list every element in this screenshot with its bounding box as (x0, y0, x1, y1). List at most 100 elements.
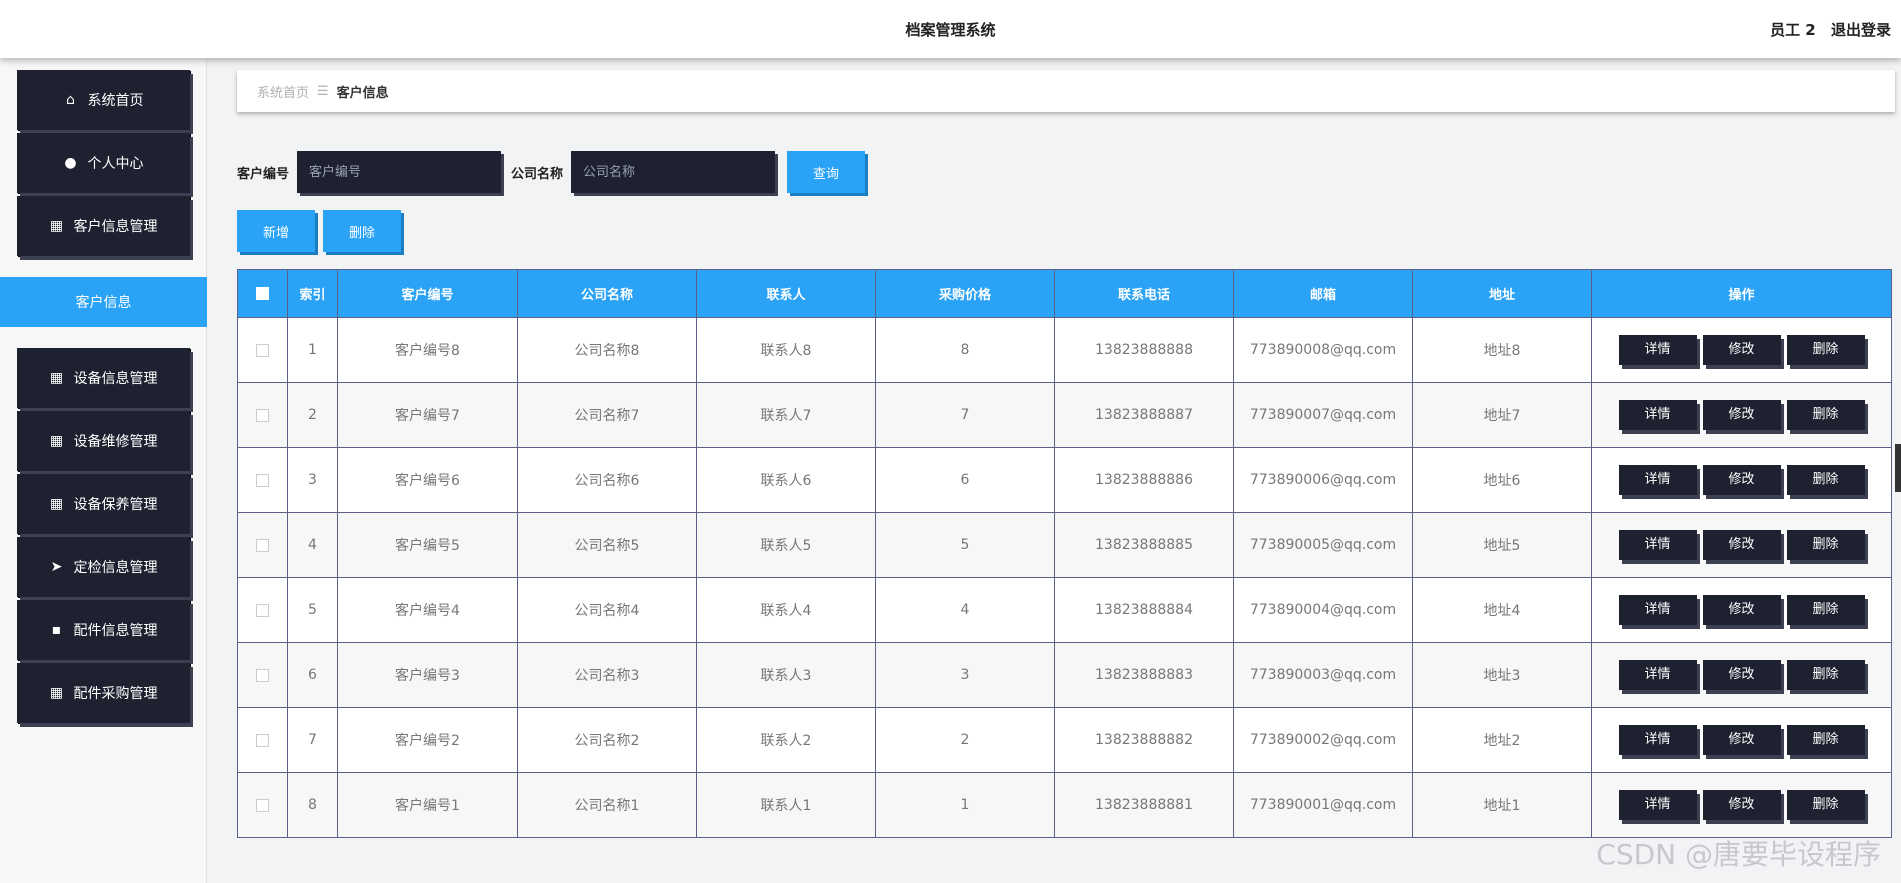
table-cell: 773890007@qq.com (1233, 382, 1413, 448)
edit-button[interactable]: 修改 (1702, 335, 1781, 365)
detail-button[interactable]: 详情 (1618, 790, 1697, 820)
row-delete-button[interactable]: 删除 (1786, 790, 1865, 820)
row-select-cell (237, 447, 288, 513)
column-header: 联系人 (696, 269, 876, 318)
table-cell: 13823888888 (1054, 317, 1234, 383)
row-checkbox[interactable] (256, 473, 269, 487)
table-cell: 773890003@qq.com (1233, 642, 1413, 708)
table-cell: 联系人3 (696, 642, 876, 708)
select-all-checkbox[interactable] (256, 287, 269, 300)
row-checkbox[interactable] (256, 408, 269, 422)
action-bar: 新增 删除 (237, 210, 409, 252)
table-cell: 公司名称7 (517, 382, 697, 448)
table-row: 2 客户编号7 公司名称7 联系人7 7 13823888887 773890007@qq.… (237, 382, 1892, 448)
column-header: 客户编号 (337, 269, 518, 318)
row-delete-button[interactable]: 删除 (1786, 530, 1865, 560)
table-cell: 13823888881 (1054, 772, 1234, 838)
detail-button[interactable]: 详情 (1618, 335, 1697, 365)
customer-code-input[interactable] (297, 151, 502, 193)
row-checkbox[interactable] (256, 603, 269, 617)
add-button[interactable]: 新增 (237, 210, 315, 252)
company-name-input[interactable] (571, 151, 776, 193)
table-cell: 6 (875, 447, 1055, 513)
row-delete-button[interactable]: 删除 (1786, 465, 1865, 495)
row-delete-button[interactable]: 删除 (1786, 335, 1865, 365)
grid-icon: ▦ (49, 218, 64, 234)
table-row: 8 客户编号1 公司名称1 联系人1 1 13823888881 773890001@qq.… (237, 772, 1892, 838)
table-cell: 773890001@qq.com (1233, 772, 1413, 838)
query-button[interactable]: 查询 (787, 151, 866, 193)
sidebar-item-customer-management[interactable]: ▦ 客户信息管理 (17, 196, 190, 256)
column-header: 地址 (1412, 269, 1592, 318)
scrollbar-thumb[interactable] (1895, 444, 1901, 492)
sidebar-item-parts-info[interactable]: ▪ 配件信息管理 (17, 600, 190, 660)
table-cell: 客户编号5 (337, 512, 518, 578)
breadcrumb-home[interactable]: 系统首页 (257, 82, 309, 101)
detail-button[interactable]: 详情 (1618, 400, 1697, 430)
table-cell: 6 (287, 642, 338, 708)
row-delete-button[interactable]: 删除 (1786, 595, 1865, 625)
table-cell: 客户编号8 (337, 317, 518, 383)
breadcrumb-separator-icon: ☰ (317, 83, 329, 99)
table-cell: 公司名称3 (517, 642, 697, 708)
table-cell: 2 (875, 707, 1055, 773)
sidebar-item-home[interactable]: ⌂ 系统首页 (17, 70, 190, 130)
row-checkbox[interactable] (256, 798, 269, 812)
detail-button[interactable]: 详情 (1618, 465, 1697, 495)
row-checkbox[interactable] (256, 538, 269, 552)
edit-button[interactable]: 修改 (1702, 725, 1781, 755)
row-checkbox[interactable] (256, 733, 269, 747)
sidebar-item-personal-center[interactable]: ● 个人中心 (17, 133, 190, 193)
detail-button[interactable]: 详情 (1618, 725, 1697, 755)
table-cell: 地址3 (1412, 642, 1592, 708)
detail-button[interactable]: 详情 (1618, 595, 1697, 625)
sidebar-item-label: 定检信息管理 (73, 560, 158, 576)
table-cell: 地址6 (1412, 447, 1592, 513)
row-checkbox[interactable] (256, 343, 269, 357)
detail-button[interactable]: 详情 (1618, 530, 1697, 560)
table-body: 1 客户编号8 公司名称8 联系人8 8 13823888888 773890008@qq.… (237, 317, 1892, 838)
table-cell: 地址7 (1412, 382, 1592, 448)
sidebar-item-inspection[interactable]: ➤ 定检信息管理 (17, 537, 190, 597)
edit-button[interactable]: 修改 (1702, 660, 1781, 690)
edit-button[interactable]: 修改 (1702, 595, 1781, 625)
table-cell: 13823888883 (1054, 642, 1234, 708)
row-checkbox[interactable] (256, 668, 269, 682)
table-cell: 公司名称8 (517, 317, 697, 383)
edit-button[interactable]: 修改 (1702, 400, 1781, 430)
batch-delete-button[interactable]: 删除 (323, 210, 401, 252)
sidebar-item-equipment-maintenance[interactable]: ▦ 设备保养管理 (17, 474, 190, 534)
table-cell: 13823888882 (1054, 707, 1234, 773)
sidebar-item-parts-purchase[interactable]: ▦ 配件采购管理 (17, 663, 190, 723)
sidebar-item-equipment-repair[interactable]: ▦ 设备维修管理 (17, 411, 190, 471)
column-header: 操作 (1591, 269, 1892, 318)
edit-button[interactable]: 修改 (1702, 790, 1781, 820)
user-icon: ● (64, 155, 77, 171)
user-area: 员工 2 退出登录 (1760, 19, 1891, 40)
edit-button[interactable]: 修改 (1702, 530, 1781, 560)
row-delete-button[interactable]: 删除 (1786, 660, 1865, 690)
row-delete-button[interactable]: 删除 (1786, 725, 1865, 755)
top-header: 档案管理系统 员工 2 退出登录 (0, 0, 1901, 58)
sidebar-item-label: 设备保养管理 (73, 497, 158, 513)
table-cell: 地址1 (1412, 772, 1592, 838)
table-cell: 客户编号6 (337, 447, 518, 513)
sidebar-item-equipment-info[interactable]: ▦ 设备信息管理 (17, 348, 190, 408)
logout-link[interactable]: 退出登录 (1831, 21, 1891, 39)
table-cell: 8 (287, 772, 338, 838)
row-actions: 详情 修改 删除 (1591, 772, 1892, 838)
table-row: 7 客户编号2 公司名称2 联系人2 2 13823888882 773890002@qq.… (237, 707, 1892, 773)
table-cell: 7 (287, 707, 338, 773)
table-cell: 公司名称2 (517, 707, 697, 773)
detail-button[interactable]: 详情 (1618, 660, 1697, 690)
table-cell: 公司名称1 (517, 772, 697, 838)
sidebar-item-label: 客户信息管理 (73, 219, 158, 235)
edit-button[interactable]: 修改 (1702, 465, 1781, 495)
sidebar-subitem-customer-info[interactable]: 客户信息 (0, 277, 207, 327)
column-header: 公司名称 (517, 269, 697, 318)
row-select-cell (237, 772, 288, 838)
row-select-cell (237, 317, 288, 383)
user-name: 员工 2 (1770, 21, 1816, 39)
column-header: 采购价格 (875, 269, 1055, 318)
row-delete-button[interactable]: 删除 (1786, 400, 1865, 430)
